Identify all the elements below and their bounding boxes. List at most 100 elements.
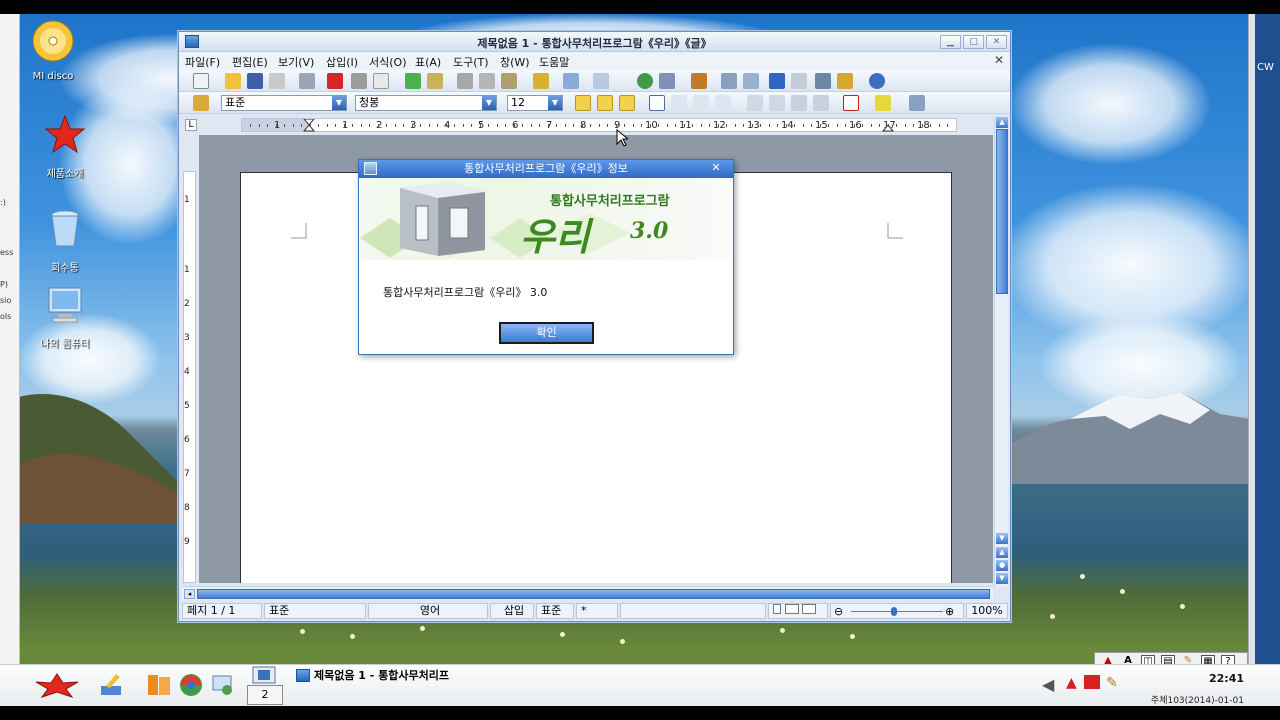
zoom-thumb[interactable] — [891, 607, 897, 616]
quicklaunch-paint-icon[interactable] — [98, 672, 124, 698]
previous-page-icon[interactable]: ▲ — [996, 547, 1008, 558]
zoom-in-icon[interactable]: ⊕ — [945, 605, 954, 618]
print-icon[interactable] — [269, 73, 285, 89]
menu-table[interactable]: 표(A) — [415, 54, 441, 70]
increase-indent-icon[interactable] — [813, 95, 829, 111]
drawing-icon[interactable] — [691, 73, 707, 89]
help-icon[interactable] — [869, 73, 885, 89]
menu-help[interactable]: 도움말 — [539, 54, 569, 70]
ruler-track[interactable]: 1 1 2 3 4 5 6 7 8 9 10 11 12 13 14 15 16… — [241, 118, 957, 132]
decrease-indent-icon[interactable] — [791, 95, 807, 111]
minimize-button[interactable]: ▁ — [940, 35, 961, 49]
flag-icon[interactable] — [1084, 675, 1100, 689]
menu-tools[interactable]: 도구(T) — [453, 54, 489, 70]
desktop-icon-disc[interactable]: MI disco — [8, 20, 98, 82]
menu-window[interactable]: 창(W) — [500, 54, 530, 70]
scroll-left-icon[interactable]: ◂ — [184, 589, 195, 599]
volume-icon[interactable]: ◀ — [1042, 675, 1054, 694]
quicklaunch-browser-icon[interactable] — [178, 672, 204, 698]
font-size-select[interactable]: 12 ▼ — [507, 95, 563, 111]
scroll-down-icon[interactable]: ▼ — [996, 533, 1008, 544]
export-icon[interactable] — [299, 73, 315, 89]
menu-view[interactable]: 보기(V) — [278, 54, 314, 70]
quicklaunch-office-icon[interactable] — [146, 672, 172, 698]
new-document-icon[interactable] — [193, 73, 209, 89]
align-left-icon[interactable] — [649, 95, 665, 111]
document-close-icon[interactable]: ✕ — [994, 53, 1004, 67]
paste-icon[interactable] — [501, 73, 517, 89]
view-book-icon[interactable] — [802, 604, 816, 614]
font-color-icon[interactable] — [909, 95, 925, 111]
scroll-up-icon[interactable]: ▲ — [996, 117, 1008, 128]
menu-file[interactable]: 파일(F) — [185, 54, 220, 70]
select-browse-object-icon[interactable]: ● — [996, 560, 1008, 571]
chevron-down-icon[interactable]: ▼ — [332, 96, 346, 110]
maximize-button[interactable]: □ — [963, 35, 984, 49]
dialog-close-button[interactable]: ✕ — [707, 162, 725, 175]
view-single-page-icon[interactable] — [773, 604, 781, 614]
globe-icon[interactable] — [637, 73, 653, 89]
bookmark-icon[interactable] — [769, 73, 785, 89]
printer-icon[interactable] — [351, 73, 367, 89]
zoom-slider[interactable]: ⊖ ⊕ — [830, 603, 964, 619]
undo-icon[interactable] — [563, 73, 579, 89]
symbol-icon[interactable] — [815, 73, 831, 89]
align-right-icon[interactable] — [693, 95, 709, 111]
menu-edit[interactable]: 편집(E) — [232, 54, 268, 70]
pen-tray-icon[interactable]: ✎ — [1106, 675, 1118, 691]
image-icon[interactable] — [721, 73, 737, 89]
format-painter-icon[interactable] — [533, 73, 549, 89]
highlight-icon[interactable] — [875, 95, 891, 111]
bold-icon[interactable] — [575, 95, 591, 111]
horizontal-scrollbar[interactable]: ◂ — [182, 586, 993, 600]
chevron-down-icon[interactable]: ▼ — [482, 96, 496, 110]
zoom-percent[interactable]: 100% — [966, 603, 1008, 619]
save-icon[interactable] — [247, 73, 263, 89]
font-select[interactable]: 청봉 ▼ — [355, 95, 497, 111]
zoom-track[interactable] — [851, 611, 943, 612]
desktop-icon-recycle-bin[interactable]: 회수통 — [20, 208, 110, 274]
chart-icon[interactable] — [743, 73, 759, 89]
style-select[interactable]: 표준 ▼ — [221, 95, 347, 111]
right-panel-window[interactable] — [1255, 14, 1280, 664]
virtual-desktop-pager[interactable]: 2 — [247, 685, 283, 705]
next-page-icon[interactable]: ▼ — [996, 573, 1008, 584]
menu-insert[interactable]: 삽입(I) — [326, 54, 358, 70]
status-insert-mode[interactable]: 삽입 — [490, 603, 534, 619]
quicklaunch-network-icon[interactable] — [210, 672, 236, 698]
bullet-list-icon[interactable] — [769, 95, 785, 111]
desktop-switcher-icon[interactable] — [252, 666, 276, 684]
styles-icon[interactable] — [193, 95, 209, 111]
status-standard[interactable]: 표준 — [536, 603, 574, 619]
tab-stop-selector[interactable]: L — [185, 119, 197, 131]
status-language[interactable]: 영어 — [368, 603, 488, 619]
abc-icon[interactable] — [427, 73, 443, 89]
vertical-scrollbar[interactable]: ▲ ▼ ▲ ● ▼ — [994, 117, 1008, 587]
vruler-track[interactable] — [183, 171, 196, 583]
taskbar-window-button[interactable]: 제목없음 1 - 통합사무처리프 — [294, 666, 474, 686]
numbered-list-icon[interactable] — [747, 95, 763, 111]
open-folder-icon[interactable] — [225, 73, 241, 89]
spellcheck-icon[interactable] — [405, 73, 421, 89]
window-titlebar[interactable]: 제목없음 1 - 통합사무처리프로그람《우리》《글》 ▁ □ ✕ — [179, 32, 1010, 52]
table-icon[interactable] — [659, 73, 675, 89]
copy-icon[interactable] — [479, 73, 495, 89]
close-button[interactable]: ✕ — [986, 35, 1007, 49]
justify-icon[interactable] — [715, 95, 731, 111]
hscroll-thumb[interactable] — [197, 589, 990, 599]
print-preview-icon[interactable] — [373, 73, 389, 89]
flame-tray-icon[interactable]: ▲ — [1066, 675, 1077, 691]
align-center-icon[interactable] — [671, 95, 687, 111]
clock-time[interactable]: 22:41 — [1209, 672, 1244, 685]
border-icon[interactable] — [843, 95, 859, 111]
start-menu-star-icon[interactable] — [32, 672, 82, 698]
desktop-icon-product-intro[interactable]: 제품소개 — [20, 114, 110, 180]
cut-icon[interactable] — [457, 73, 473, 89]
dialog-titlebar[interactable]: 통합사무처리프로그람《우리》정보 ✕ — [359, 160, 733, 178]
scroll-thumb[interactable] — [996, 129, 1008, 294]
desktop-icon-my-computer[interactable]: 나의 콤퓨터 — [20, 284, 110, 350]
underline-icon[interactable] — [619, 95, 635, 111]
frame-icon[interactable] — [791, 73, 807, 89]
menu-format[interactable]: 서식(O) — [369, 54, 406, 70]
italic-icon[interactable] — [597, 95, 613, 111]
